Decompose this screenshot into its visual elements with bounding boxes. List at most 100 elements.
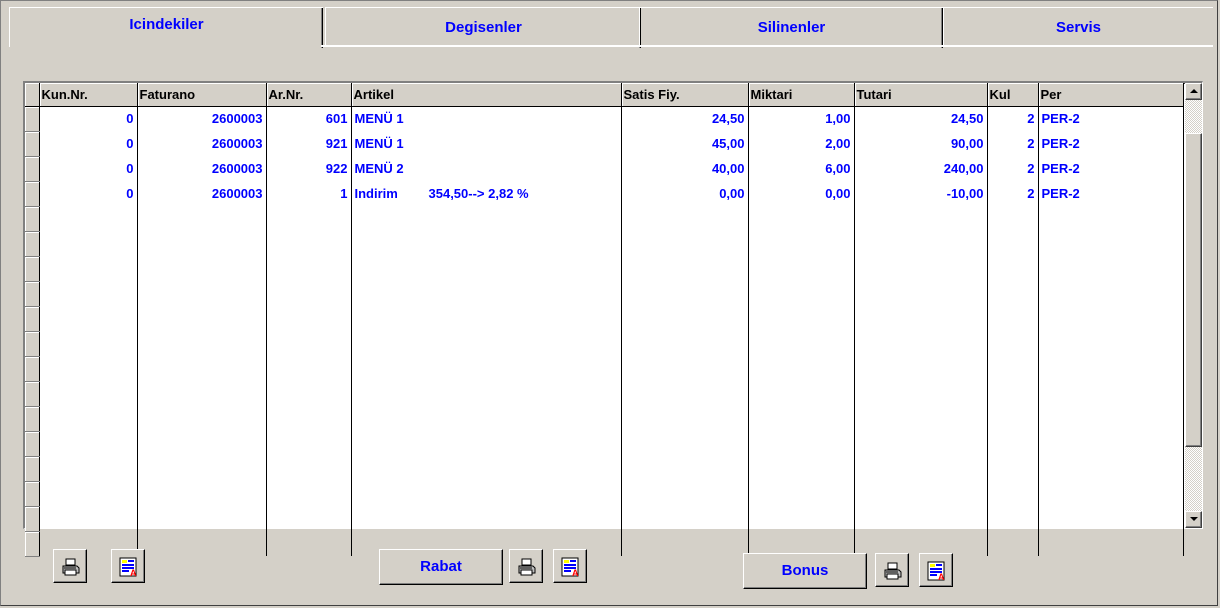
row-indicator[interactable] [25, 256, 40, 282]
cell-tutar[interactable]: 90,00 [854, 131, 988, 156]
cell-per[interactable]: PER-2 [1038, 131, 1184, 156]
cell-miktar[interactable]: 0,00 [748, 181, 855, 206]
cell-per[interactable]: PER-2 [1038, 106, 1184, 131]
cell-tutar[interactable]: 240,00 [854, 156, 988, 181]
row-indicator[interactable] [25, 381, 40, 407]
tab-degisenler[interactable]: Degisenler [325, 7, 641, 48]
table-row[interactable]: 0 2600003 922 MENÜ 2 40,00 6,00 240,00 2… [25, 156, 1184, 182]
cell-per[interactable]: PER-2 [1038, 181, 1184, 206]
table-row[interactable] [25, 281, 1184, 307]
cell-artikel[interactable]: Indirim 354,50--> 2,82 % [351, 181, 622, 206]
table-row[interactable] [25, 406, 1184, 432]
cell-artikel[interactable]: MENÜ 1 [351, 106, 622, 131]
cell-ar[interactable]: 921 [266, 131, 352, 156]
row-indicator[interactable] [25, 281, 40, 307]
cell-kul[interactable]: 2 [987, 131, 1039, 156]
table-row[interactable] [25, 456, 1184, 482]
column-header[interactable]: Tutari [854, 83, 988, 107]
row-indicator[interactable] [25, 156, 40, 182]
table-row[interactable] [25, 306, 1184, 332]
table-row[interactable] [25, 431, 1184, 457]
row-indicator[interactable] [25, 206, 40, 232]
row-indicator[interactable] [25, 356, 40, 382]
row-indicator[interactable] [25, 306, 40, 332]
tab-icindekiler[interactable]: Icindekiler [9, 7, 323, 48]
print-button[interactable] [53, 549, 87, 583]
row-indicator[interactable] [25, 456, 40, 482]
cell-ar[interactable]: 922 [266, 156, 352, 181]
row-indicator[interactable] [25, 331, 40, 357]
column-header[interactable]: Satis Fiy. [621, 83, 749, 107]
bonus-button[interactable]: Bonus [743, 553, 867, 589]
rabat-button[interactable]: Rabat [379, 549, 503, 585]
cell-artikel[interactable]: MENÜ 1 [351, 131, 622, 156]
cell-satis[interactable]: 40,00 [621, 156, 749, 181]
cell-kul[interactable]: 2 [987, 156, 1039, 181]
report-icon: A [119, 557, 137, 577]
row-indicator[interactable] [25, 506, 40, 532]
scrollbar-thumb[interactable] [1185, 133, 1202, 447]
data-grid[interactable]: Kun.Nr. Faturano Ar.Nr. Artikel Satis Fi… [23, 81, 1203, 557]
cell-per[interactable]: PER-2 [1038, 156, 1184, 181]
bonus-print-button[interactable] [875, 553, 909, 587]
column-header[interactable]: Ar.Nr. [266, 83, 352, 107]
row-indicator[interactable] [25, 131, 40, 157]
bonus-report-button[interactable]: A [919, 553, 953, 587]
column-header[interactable]: Per [1038, 83, 1184, 107]
table-row[interactable] [25, 256, 1184, 282]
cell-tutar[interactable]: 24,50 [854, 106, 988, 131]
cell-ar[interactable]: 601 [266, 106, 352, 131]
tab-label: Degisenler [445, 19, 522, 36]
cell-miktar[interactable]: 2,00 [748, 131, 855, 156]
row-indicator[interactable] [25, 531, 40, 557]
table-row[interactable] [25, 231, 1184, 257]
scroll-down-button[interactable] [1185, 511, 1202, 528]
column-header[interactable]: Kun.Nr. [39, 83, 138, 107]
row-indicator[interactable] [25, 406, 40, 432]
row-indicator[interactable] [25, 106, 40, 132]
cell-miktar[interactable]: 6,00 [748, 156, 855, 181]
tab-servis[interactable]: Servis [943, 7, 1213, 47]
cell-fatura[interactable]: 2600003 [137, 106, 267, 131]
table-row[interactable]: 0 2600003 921 MENÜ 1 45,00 2,00 90,00 2 … [25, 131, 1184, 157]
cell-kun[interactable]: 0 [39, 181, 138, 206]
scroll-up-button[interactable] [1185, 83, 1202, 100]
cell-tutar[interactable]: -10,00 [854, 181, 988, 206]
row-indicator[interactable] [25, 481, 40, 507]
cell-kun[interactable]: 0 [39, 106, 138, 131]
row-indicator[interactable] [25, 431, 40, 457]
table-row[interactable]: 0 2600003 1 Indirim 354,50--> 2,82 % 0,00… [25, 181, 1184, 207]
rabat-report-button[interactable]: A [553, 549, 587, 583]
cell-kun[interactable]: 0 [39, 156, 138, 181]
table-row[interactable] [25, 506, 1184, 532]
cell-artikel[interactable]: MENÜ 2 [351, 156, 622, 181]
row-indicator[interactable] [25, 181, 40, 207]
cell-satis[interactable]: 45,00 [621, 131, 749, 156]
table-row[interactable] [25, 531, 1184, 557]
cell-fatura[interactable]: 2600003 [137, 181, 267, 206]
cell-kul[interactable]: 2 [987, 106, 1039, 131]
table-row[interactable] [25, 331, 1184, 357]
rabat-print-button[interactable] [509, 549, 543, 583]
cell-ar[interactable]: 1 [266, 181, 352, 206]
table-row[interactable] [25, 356, 1184, 382]
cell-miktar[interactable]: 1,00 [748, 106, 855, 131]
report-button[interactable]: A [111, 549, 145, 583]
cell-satis[interactable]: 24,50 [621, 106, 749, 131]
tab-silinenler[interactable]: Silinenler [639, 7, 943, 48]
table-row[interactable]: 0 2600003 601 MENÜ 1 24,50 1,00 24,50 2 … [25, 106, 1184, 132]
cell-kun[interactable]: 0 [39, 131, 138, 156]
table-row[interactable] [25, 481, 1184, 507]
vertical-scrollbar[interactable] [1185, 83, 1202, 528]
column-header[interactable]: Kul [987, 83, 1039, 107]
cell-fatura[interactable]: 2600003 [137, 156, 267, 181]
row-indicator[interactable] [25, 231, 40, 257]
cell-satis[interactable]: 0,00 [621, 181, 749, 206]
table-row[interactable] [25, 381, 1184, 407]
column-header[interactable]: Faturano [137, 83, 267, 107]
table-row[interactable] [25, 206, 1184, 232]
column-header[interactable]: Artikel [351, 83, 622, 107]
cell-fatura[interactable]: 2600003 [137, 131, 267, 156]
cell-kul[interactable]: 2 [987, 181, 1039, 206]
column-header[interactable]: Miktari [748, 83, 855, 107]
